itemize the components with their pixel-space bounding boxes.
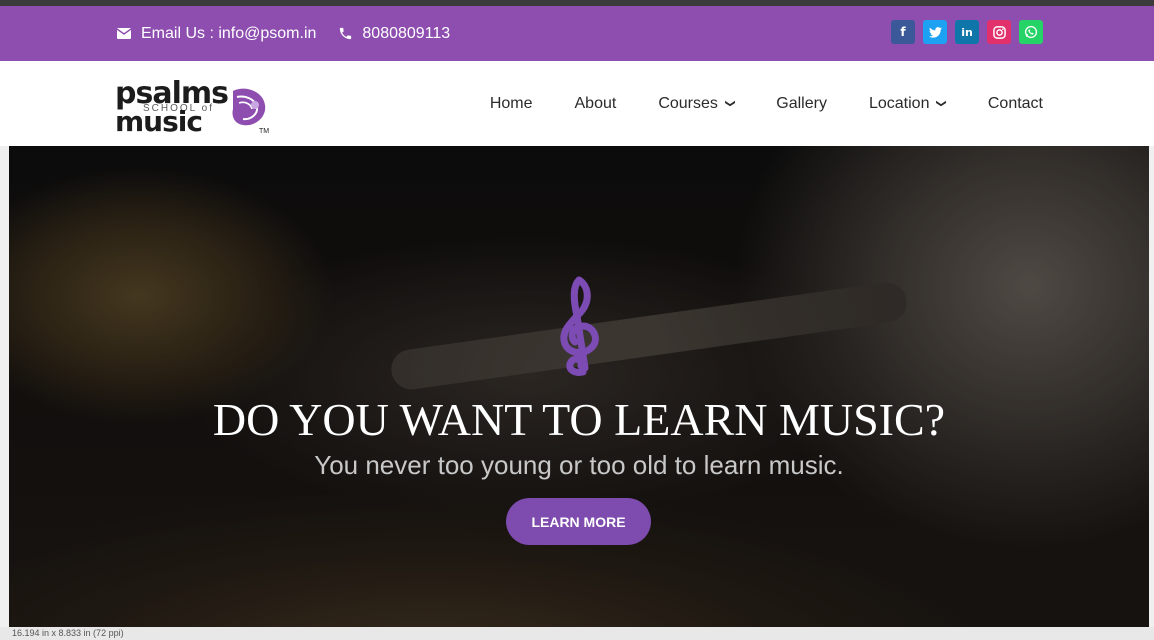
nav-location[interactable]: Location ❯: [868, 94, 948, 113]
nav-about[interactable]: About: [575, 95, 617, 113]
phone-icon: [336, 25, 354, 43]
instagram-icon[interactable]: [987, 20, 1011, 44]
psalms-logo[interactable]: psalms SCHOOL of music TM: [115, 79, 275, 139]
envelope-icon: [115, 25, 133, 43]
main-nav: Home About Courses ❯ Gallery Location ❯ Co…: [448, 61, 1043, 146]
hero-banner: DO YOU WANT TO LEARN MUSIC? You never to…: [9, 146, 1149, 640]
learn-more-button[interactable]: LEARN MORE: [506, 498, 651, 545]
chevron-down-icon: ❯: [936, 99, 948, 108]
nav-courses[interactable]: Courses ❯: [658, 94, 736, 113]
nav-location-label: Location: [868, 94, 930, 112]
phone-link[interactable]: 8080809113: [336, 25, 450, 43]
logo-emblem-icon: [232, 88, 266, 126]
hero-heading: DO YOU WANT TO LEARN MUSIC?: [212, 394, 946, 445]
treble-clef-icon: [9, 276, 1149, 397]
status-bar: 16.194 in x 8.833 in (72 ppi): [0, 627, 1154, 640]
nav-gallery[interactable]: Gallery: [776, 95, 827, 113]
whatsapp-icon[interactable]: [1019, 20, 1043, 44]
nav-contact[interactable]: Contact: [988, 95, 1043, 113]
nav-about-label: About: [574, 94, 617, 112]
status-text: 16.194 in x 8.833 in (72 ppi): [12, 628, 124, 638]
email-link[interactable]: Email Us : info@psom.in: [115, 25, 316, 43]
phone-text: 8080809113: [362, 24, 451, 42]
nav-home[interactable]: Home: [490, 95, 533, 113]
chevron-down-icon: ❯: [724, 99, 736, 108]
facebook-icon[interactable]: f: [891, 20, 915, 44]
nav-home-label: Home: [489, 94, 533, 112]
twitter-icon[interactable]: [923, 20, 947, 44]
logo-trademark: TM: [259, 128, 270, 135]
hero-subheading: You never too young or too old to learn …: [314, 450, 844, 480]
contact-info: Email Us : info@psom.in 8080809113: [115, 6, 470, 61]
nav-courses-label: Courses: [658, 94, 718, 112]
site-header: psalms SCHOOL of music TM Home About Cou…: [0, 61, 1154, 146]
linkedin-icon[interactable]: in: [955, 20, 979, 44]
social-links: f in: [891, 20, 1043, 44]
email-text: Email Us : info@psom.in: [141, 24, 317, 42]
nav-gallery-label: Gallery: [776, 94, 827, 112]
logo-word-music: music: [115, 105, 203, 138]
nav-contact-label: Contact: [987, 94, 1043, 112]
top-contact-bar: Email Us : info@psom.in 8080809113 f in: [0, 6, 1154, 61]
